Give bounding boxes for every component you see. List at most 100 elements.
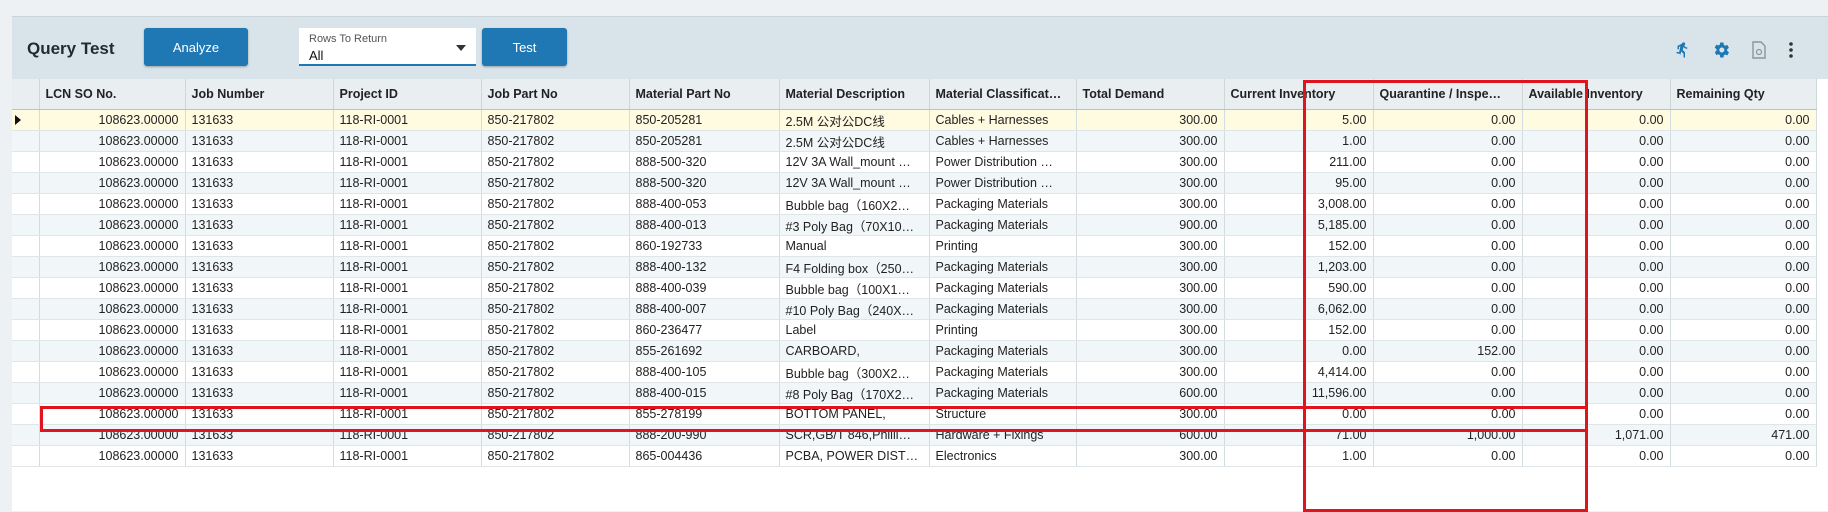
row-indicator[interactable] bbox=[12, 130, 40, 152]
table-cell[interactable]: Packaging Materials bbox=[929, 361, 1077, 383]
table-cell[interactable]: 108623.00000 bbox=[39, 172, 186, 194]
table-cell[interactable]: 131633 bbox=[185, 256, 334, 278]
table-cell[interactable]: 1,203.00 bbox=[1224, 256, 1374, 278]
table-row[interactable]: 108623.00000 131633 118-RI-0001 850-217802 8… bbox=[12, 172, 1817, 194]
table-cell[interactable]: 300.00 bbox=[1076, 172, 1225, 194]
row-indicator[interactable] bbox=[12, 172, 40, 194]
table-cell[interactable]: 0.00 bbox=[1670, 172, 1817, 194]
table-cell[interactable]: 6,062.00 bbox=[1224, 298, 1374, 320]
row-indicator[interactable] bbox=[12, 193, 40, 215]
table-cell[interactable]: Structure bbox=[929, 403, 1077, 425]
table-cell[interactable]: 850-217802 bbox=[481, 277, 630, 299]
table-row[interactable]: 108623.00000 131633 118-RI-0001 850-217802 8… bbox=[12, 403, 1817, 425]
table-cell[interactable]: 850-205281 bbox=[629, 130, 780, 152]
table-cell[interactable]: 888-500-320 bbox=[629, 172, 780, 194]
table-cell[interactable]: 0.00 bbox=[1522, 256, 1671, 278]
row-indicator[interactable] bbox=[12, 151, 40, 173]
table-cell[interactable]: 0.00 bbox=[1373, 256, 1523, 278]
table-cell[interactable]: 850-217802 bbox=[481, 361, 630, 383]
table-cell[interactable]: Manual bbox=[779, 235, 930, 257]
table-cell[interactable]: 118-RI-0001 bbox=[333, 172, 482, 194]
table-cell[interactable]: 850-217802 bbox=[481, 172, 630, 194]
table-cell[interactable]: Packaging Materials bbox=[929, 193, 1077, 215]
table-cell[interactable]: 0.00 bbox=[1670, 382, 1817, 404]
table-cell[interactable]: 850-217802 bbox=[481, 298, 630, 320]
table-cell[interactable]: 12V 3A Wall_mount … bbox=[779, 172, 930, 194]
table-cell[interactable]: 590.00 bbox=[1224, 277, 1374, 299]
row-indicator[interactable] bbox=[12, 340, 40, 362]
table-cell[interactable]: 0.00 bbox=[1373, 361, 1523, 383]
table-cell[interactable]: BOTTOM PANEL, bbox=[779, 403, 930, 425]
table-cell[interactable]: 0.00 bbox=[1373, 193, 1523, 215]
table-cell[interactable]: 0.00 bbox=[1670, 235, 1817, 257]
table-cell[interactable]: 860-236477 bbox=[629, 319, 780, 341]
chevron-down-icon[interactable] bbox=[456, 45, 466, 51]
table-cell[interactable]: SCR,GB/T 846,Philli… bbox=[779, 424, 930, 446]
table-cell[interactable]: 300.00 bbox=[1076, 235, 1225, 257]
table-cell[interactable]: 0.00 bbox=[1522, 340, 1671, 362]
table-cell[interactable]: 300.00 bbox=[1076, 277, 1225, 299]
table-cell[interactable]: 131633 bbox=[185, 193, 334, 215]
row-indicator[interactable] bbox=[12, 277, 40, 299]
table-cell[interactable]: 118-RI-0001 bbox=[333, 256, 482, 278]
table-cell[interactable]: 131633 bbox=[185, 319, 334, 341]
table-cell[interactable]: 471.00 bbox=[1670, 424, 1817, 446]
column-header[interactable]: Material Part No bbox=[629, 79, 780, 110]
table-cell[interactable]: 0.00 bbox=[1373, 445, 1523, 467]
table-cell[interactable]: 0.00 bbox=[1670, 361, 1817, 383]
table-cell[interactable]: 0.00 bbox=[1670, 340, 1817, 362]
table-cell[interactable]: 900.00 bbox=[1076, 214, 1225, 236]
table-cell[interactable]: 300.00 bbox=[1076, 256, 1225, 278]
table-cell[interactable]: 850-217802 bbox=[481, 256, 630, 278]
table-cell[interactable]: 888-400-132 bbox=[629, 256, 780, 278]
table-cell[interactable]: 152.00 bbox=[1224, 235, 1374, 257]
table-cell[interactable]: 11,596.00 bbox=[1224, 382, 1374, 404]
table-cell[interactable]: 118-RI-0001 bbox=[333, 130, 482, 152]
table-cell[interactable]: 71.00 bbox=[1224, 424, 1374, 446]
table-cell[interactable]: 5,185.00 bbox=[1224, 214, 1374, 236]
table-cell[interactable]: 860-192733 bbox=[629, 235, 780, 257]
table-cell[interactable]: 0.00 bbox=[1522, 445, 1671, 467]
table-cell[interactable]: 300.00 bbox=[1076, 298, 1225, 320]
table-cell[interactable]: 131633 bbox=[185, 109, 334, 131]
table-cell[interactable]: 300.00 bbox=[1076, 361, 1225, 383]
table-cell[interactable]: 108623.00000 bbox=[39, 130, 186, 152]
table-cell[interactable]: Label bbox=[779, 319, 930, 341]
table-cell[interactable]: #8 Poly Bag（170X2… bbox=[779, 382, 930, 404]
table-cell[interactable]: 865-004436 bbox=[629, 445, 780, 467]
row-indicator[interactable] bbox=[12, 361, 40, 383]
table-cell[interactable]: 0.00 bbox=[1373, 277, 1523, 299]
test-button[interactable]: Test bbox=[482, 28, 567, 66]
column-header[interactable]: LCN SO No. bbox=[39, 79, 186, 110]
table-row[interactable]: 108623.00000 131633 118-RI-0001 850-217802 8… bbox=[12, 298, 1817, 320]
column-header[interactable]: Remaining Qty bbox=[1670, 79, 1817, 110]
column-header[interactable]: Job Part No bbox=[481, 79, 630, 110]
column-header[interactable]: Material Description bbox=[779, 79, 930, 110]
table-cell[interactable]: Packaging Materials bbox=[929, 298, 1077, 320]
table-cell[interactable]: 850-217802 bbox=[481, 382, 630, 404]
column-header[interactable]: Current Inventory bbox=[1224, 79, 1374, 110]
table-cell[interactable]: Cables + Harnesses bbox=[929, 109, 1077, 131]
table-cell[interactable]: 0.00 bbox=[1522, 130, 1671, 152]
table-cell[interactable]: 118-RI-0001 bbox=[333, 214, 482, 236]
table-cell[interactable]: 600.00 bbox=[1076, 424, 1225, 446]
table-cell[interactable]: 888-500-320 bbox=[629, 151, 780, 173]
table-cell[interactable]: 211.00 bbox=[1224, 151, 1374, 173]
table-cell[interactable]: #3 Poly Bag（70X10… bbox=[779, 214, 930, 236]
row-indicator[interactable] bbox=[12, 235, 40, 257]
table-cell[interactable]: 300.00 bbox=[1076, 130, 1225, 152]
table-cell[interactable]: 0.00 bbox=[1522, 193, 1671, 215]
table-cell[interactable]: 300.00 bbox=[1076, 445, 1225, 467]
table-cell[interactable]: Electronics bbox=[929, 445, 1077, 467]
table-cell[interactable]: 850-217802 bbox=[481, 424, 630, 446]
table-row[interactable]: 108623.00000 131633 118-RI-0001 850-217802 8… bbox=[12, 109, 1817, 131]
table-cell[interactable]: 131633 bbox=[185, 340, 334, 362]
table-cell[interactable]: 131633 bbox=[185, 403, 334, 425]
table-cell[interactable]: 118-RI-0001 bbox=[333, 361, 482, 383]
table-cell[interactable]: 131633 bbox=[185, 214, 334, 236]
table-cell[interactable]: Bubble bag（100X1… bbox=[779, 277, 930, 299]
table-cell[interactable]: 0.00 bbox=[1373, 382, 1523, 404]
table-cell[interactable]: 131633 bbox=[185, 130, 334, 152]
table-cell[interactable]: 108623.00000 bbox=[39, 151, 186, 173]
table-cell[interactable]: 0.00 bbox=[1522, 319, 1671, 341]
